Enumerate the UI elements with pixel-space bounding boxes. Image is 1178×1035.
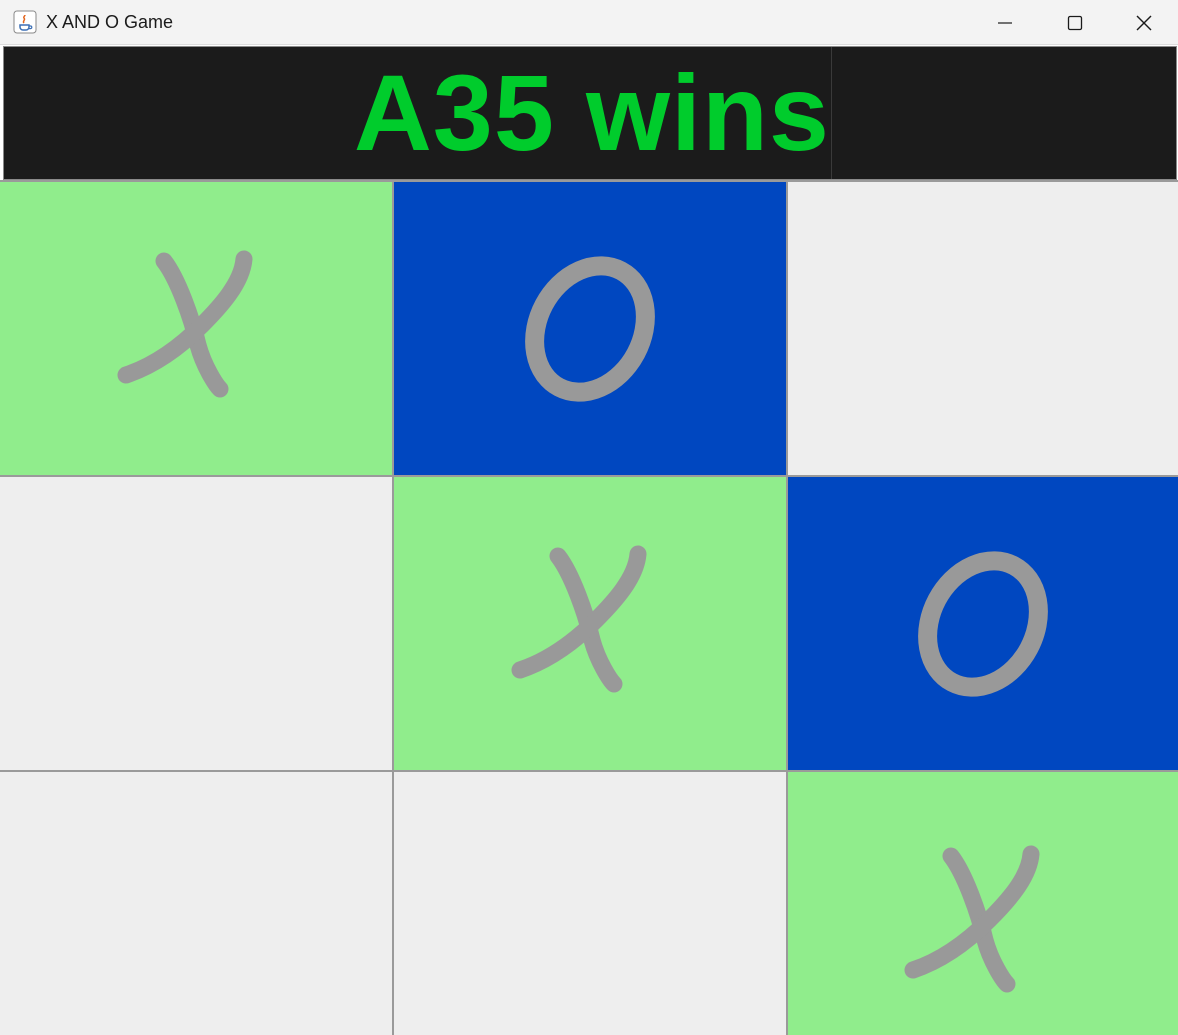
status-banner: A35 wins (3, 46, 1177, 180)
close-icon (1136, 15, 1152, 30)
window-title: X AND O Game (46, 12, 174, 32)
maximize-icon (1067, 15, 1083, 30)
x-mark-icon (116, 249, 276, 409)
banner-divider (831, 47, 832, 179)
x-mark-icon (510, 544, 670, 704)
board-cell-r1-c1[interactable] (0, 182, 392, 475)
board-cell-r3-c3[interactable] (788, 772, 1178, 1035)
minimize-button[interactable] (970, 0, 1040, 45)
board-cell-r1-c2[interactable] (394, 182, 786, 475)
board-cell-r2-c3[interactable] (788, 477, 1178, 770)
o-mark-icon (520, 254, 660, 404)
game-board (0, 180, 1178, 1035)
board-cell-r2-c1[interactable] (0, 477, 392, 770)
winner-message: A35 wins (353, 52, 830, 173)
x-mark-icon (903, 844, 1063, 1004)
o-mark-icon (913, 549, 1053, 699)
title-bar: X AND O Game (0, 0, 1178, 45)
maximize-button[interactable] (1040, 0, 1110, 45)
java-app-icon (13, 10, 37, 34)
minimize-icon (998, 21, 1012, 24)
board-cell-r3-c2[interactable] (394, 772, 786, 1035)
close-button[interactable] (1110, 0, 1178, 45)
board-cell-r2-c2[interactable] (394, 477, 786, 770)
board-cell-r3-c1[interactable] (0, 772, 392, 1035)
board-cell-r1-c3[interactable] (788, 182, 1178, 475)
